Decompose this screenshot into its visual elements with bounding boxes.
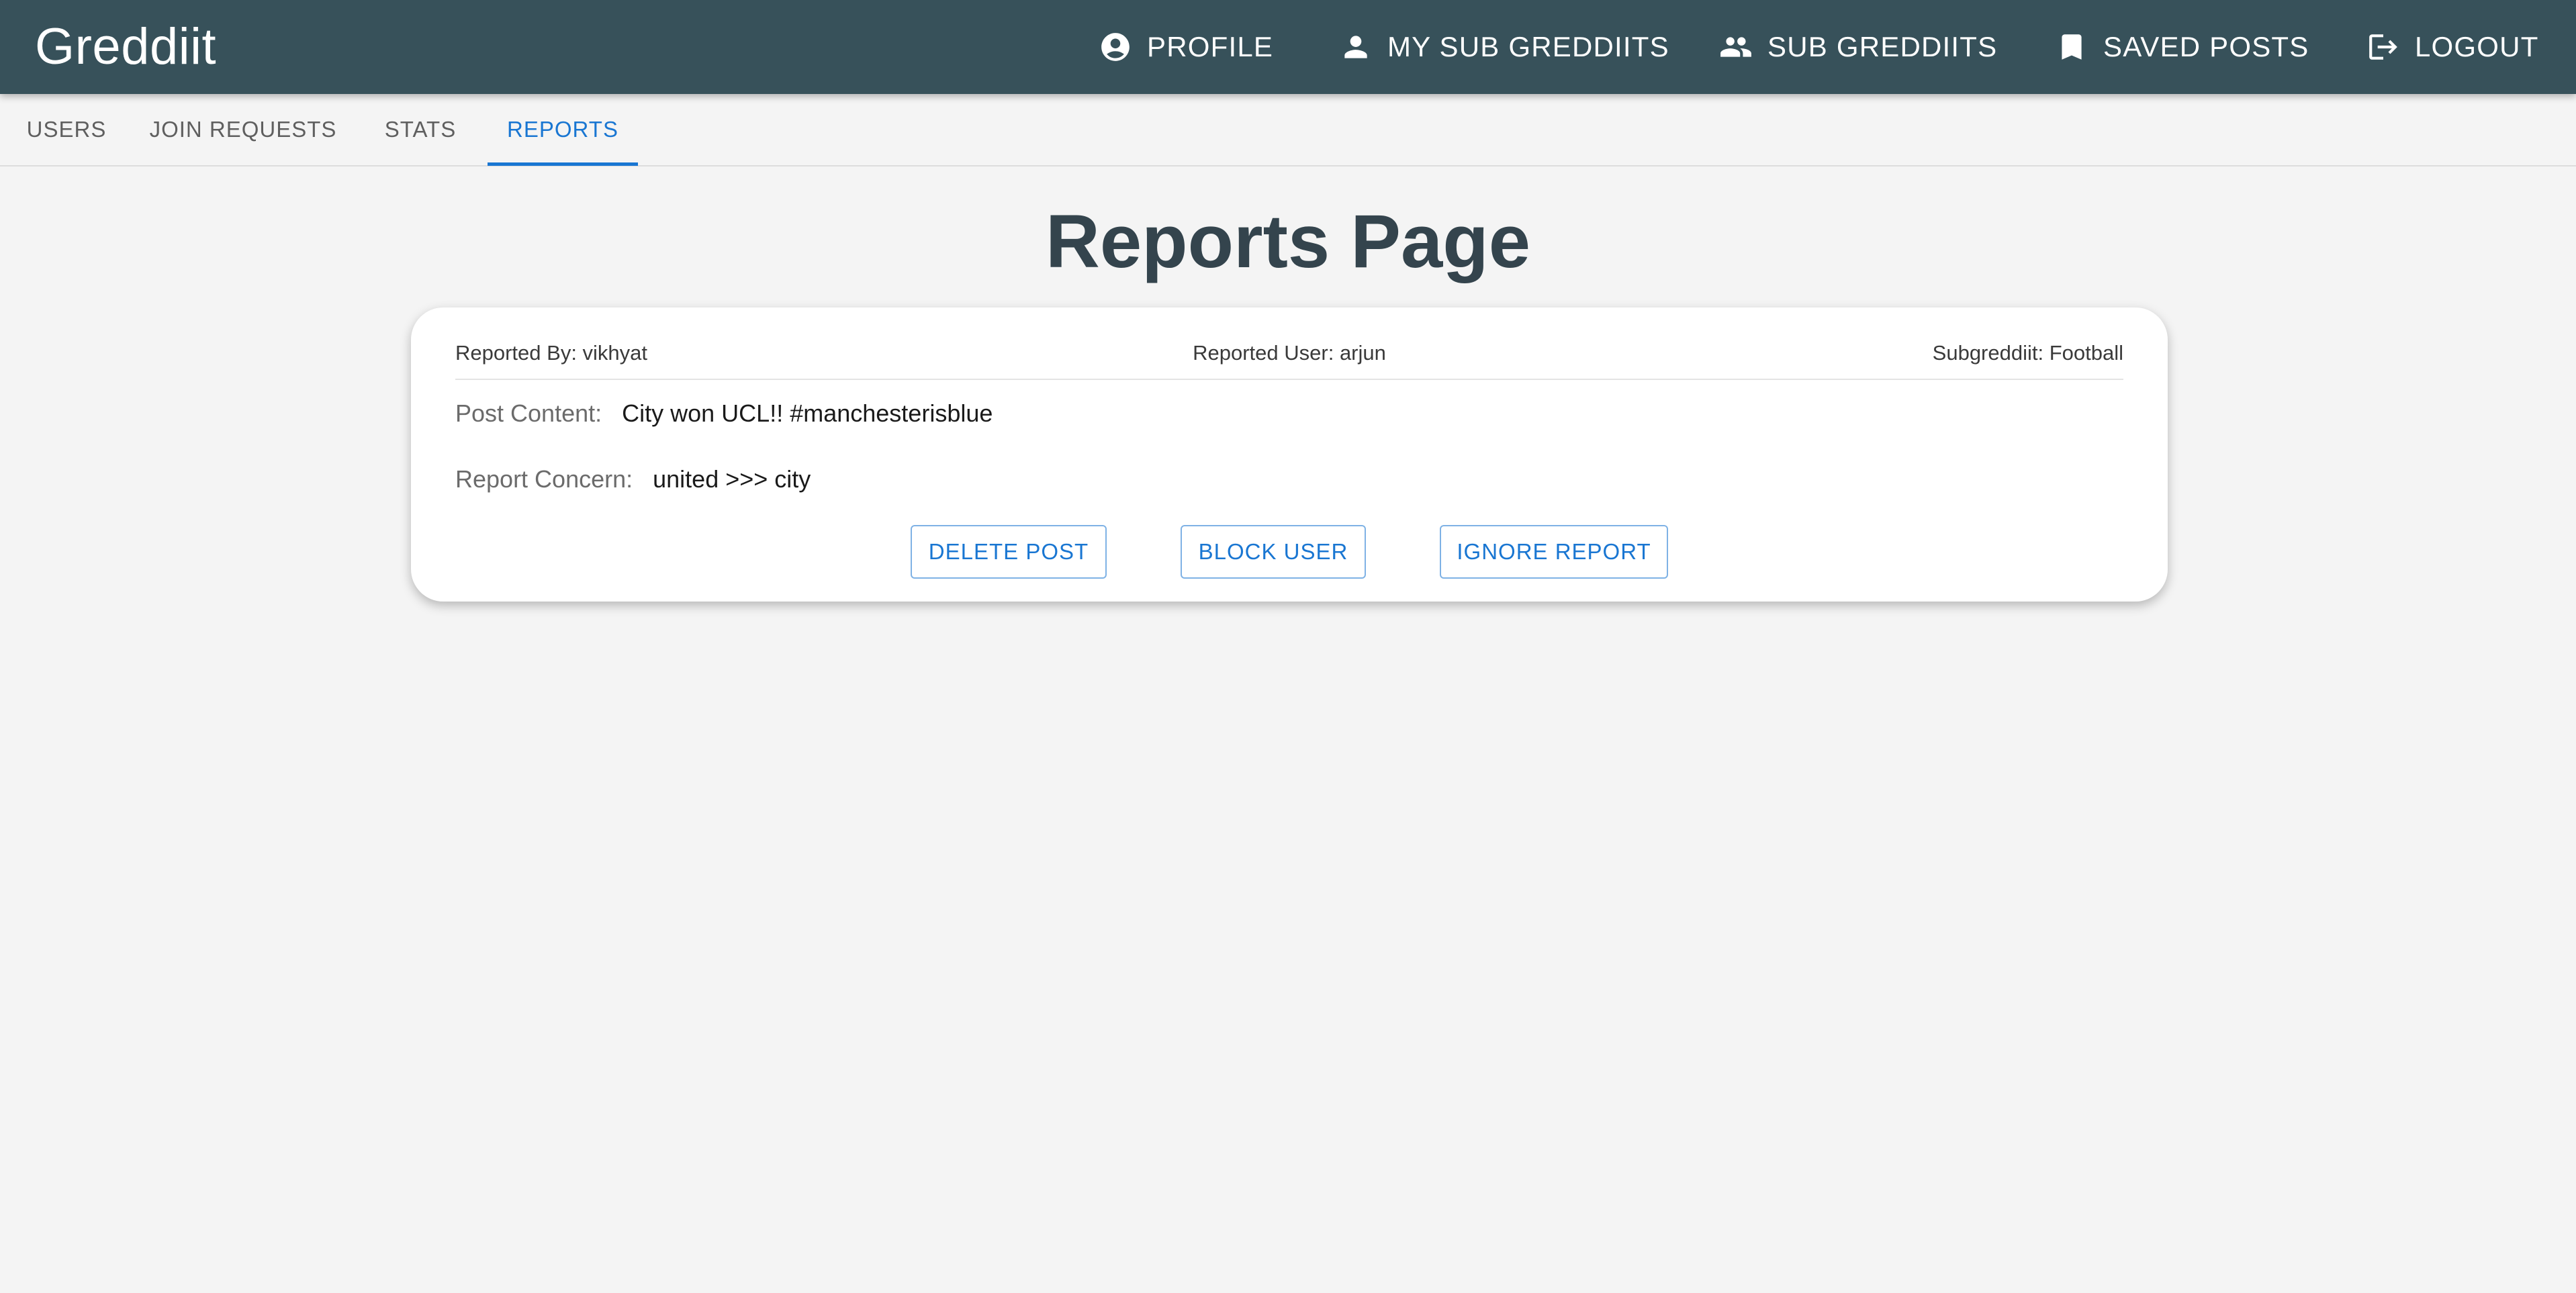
report-card: Reported By: vikhyat Reported User: arju… [411, 307, 2168, 602]
app-title[interactable]: Greddiit [35, 0, 216, 94]
logout-icon [2369, 34, 2397, 60]
tab-users[interactable]: USERS [7, 94, 126, 165]
people-icon [1720, 37, 1751, 57]
app-bar: Greddiit PROFILE MY SUB GREDDIITS SUB GR… [0, 0, 2576, 94]
tab-bar: USERS JOIN REQUESTS STATS REPORTS [0, 94, 2576, 166]
nav-logout-button[interactable]: LOGOUT [2366, 0, 2539, 94]
nav-sub-greddiits-button[interactable]: SUB GREDDIITS [1719, 0, 1997, 94]
tab-join-requests[interactable]: JOIN REQUESTS [134, 94, 352, 165]
subgreddiit-name: Subgreddiit: Football [1932, 341, 2123, 365]
nav-logout-label: LOGOUT [2415, 31, 2539, 62]
person-icon [1344, 36, 1367, 58]
report-concern-value: united >>> city [653, 465, 811, 493]
bookmark-icon [2062, 34, 2082, 60]
nav-saved-posts-label: SAVED POSTS [2103, 31, 2309, 62]
report-concern-label: Report Concern: [455, 465, 633, 493]
card-divider [455, 379, 2123, 380]
page-title: Reports Page [1046, 199, 1530, 283]
post-content-label: Post Content: [455, 399, 602, 427]
nav-saved-posts-button[interactable]: SAVED POSTS [2055, 0, 2309, 94]
nav-profile-label: PROFILE [1147, 31, 1274, 62]
account-circle-icon [1101, 33, 1130, 61]
block-user-button[interactable]: BLOCK USER [1181, 525, 1366, 579]
reported-user: Reported User: arjun [1193, 341, 1386, 365]
nav-my-sub-greddiits-label: MY SUB GREDDIITS [1387, 31, 1669, 62]
nav-profile-button[interactable]: PROFILE [1099, 0, 1273, 94]
nav-sub-greddiits-label: SUB GREDDIITS [1767, 31, 1998, 62]
post-content-value: City won UCL!! #manchesterisblue [622, 399, 993, 427]
ignore-report-button[interactable]: IGNORE REPORT [1440, 525, 1668, 579]
active-tab-indicator [488, 162, 638, 166]
nav-my-sub-greddiits-button[interactable]: MY SUB GREDDIITS [1339, 0, 1669, 94]
delete-post-button[interactable]: DELETE POST [911, 525, 1107, 579]
report-concern-row: Report Concern: united >>> city [455, 465, 811, 494]
post-content-row: Post Content: City won UCL!! #manchesteri… [455, 399, 993, 428]
tab-reports[interactable]: REPORTS [488, 94, 638, 165]
tab-stats[interactable]: STATS [363, 94, 478, 165]
